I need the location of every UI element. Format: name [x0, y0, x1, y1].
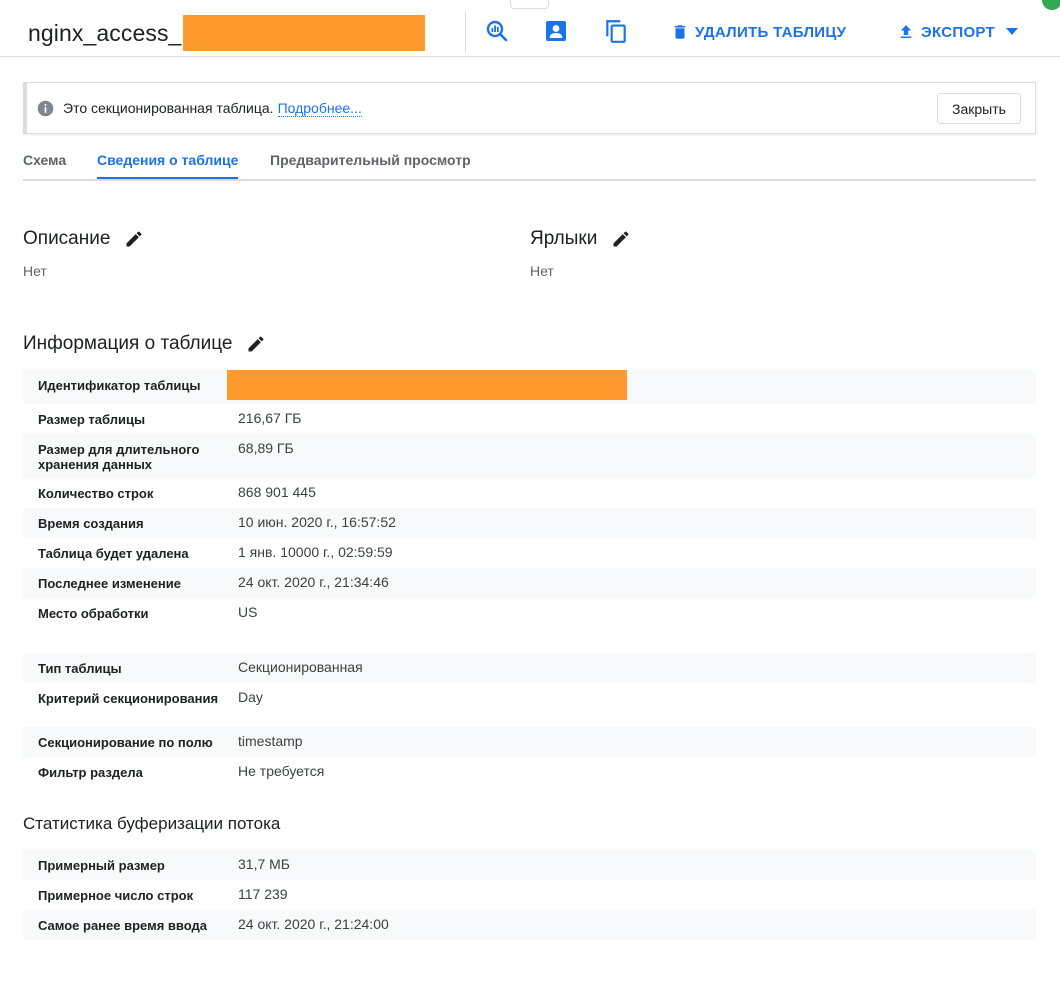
streaming-title: Статистика буферизации потока	[23, 814, 281, 833]
row-label: Примерное число строк	[38, 888, 194, 903]
row-value: Не требуется	[238, 763, 325, 779]
table-row: Секционирование по полю timestamp	[23, 727, 1036, 757]
row-label: Фильтр раздела	[38, 765, 143, 780]
row-value: 31,7 МБ	[238, 856, 290, 872]
table-row: Тип таблицы Секционированная	[23, 653, 1036, 683]
info-icon	[37, 100, 54, 116]
divider	[465, 12, 466, 52]
copy-icon[interactable]	[603, 18, 629, 44]
trash-icon	[674, 25, 686, 39]
row-value: 1 янв. 10000 г., 02:59:59	[238, 544, 393, 560]
upload-icon	[900, 25, 912, 38]
tab-bar: Схема Сведения о таблице Предварительный…	[23, 144, 1036, 181]
row-label: Количество строк	[38, 486, 154, 501]
row-label: Размер для длительного хранения данных	[38, 442, 200, 472]
row-label: Последнее изменение	[38, 576, 181, 591]
table-row: Критерий секционирования Day	[23, 683, 1036, 727]
row-label: Примерный размер	[38, 858, 165, 873]
share-icon[interactable]	[543, 18, 569, 44]
row-label: Самое ранее время ввода	[38, 918, 207, 933]
table-row: Последнее изменение 24 окт. 2020 г., 21:…	[23, 568, 1036, 598]
streaming-list: Примерный размер 31,7 МБ Примерное число…	[23, 850, 1036, 940]
tab-details[interactable]: Сведения о таблице	[97, 152, 239, 179]
info-banner: Это секционированная таблица. Подробнее.…	[23, 82, 1036, 134]
description-section: Описание	[23, 228, 144, 250]
row-value: Day	[238, 689, 263, 705]
drag-handle[interactable]	[510, 0, 549, 9]
table-name: nginx_access_	[28, 19, 182, 46]
row-label: Таблица будет удалена	[38, 546, 189, 561]
table-info-title: Информация о таблице	[23, 333, 233, 354]
row-value: 10 июн. 2020 г., 16:57:52	[238, 514, 396, 530]
table-row: Идентификатор таблицы	[23, 370, 1036, 404]
labels-title: Ярлыки	[530, 228, 598, 249]
table-row: Размер для длительного хранения данных 6…	[23, 434, 1036, 478]
table-info-section: Информация о таблице	[23, 333, 266, 355]
description-value: Нет	[23, 263, 47, 279]
edit-labels-icon[interactable]	[611, 229, 631, 249]
table-row: Количество строк 868 901 445	[23, 478, 1036, 508]
redacted-block	[227, 370, 627, 400]
row-value: US	[238, 604, 258, 620]
table-title: nginx_access_	[28, 15, 426, 51]
edit-table-info-icon[interactable]	[246, 334, 266, 354]
table-row: Примерный размер 31,7 МБ	[23, 850, 1036, 880]
labels-value: Нет	[530, 263, 554, 279]
streaming-section: Статистика буферизации потока	[23, 814, 280, 834]
row-value	[227, 370, 627, 404]
edit-description-icon[interactable]	[124, 229, 144, 249]
row-label: Тип таблицы	[38, 661, 122, 676]
row-value: 24 окт. 2020 г., 21:24:00	[238, 916, 389, 932]
table-row: Самое ранее время ввода 24 окт. 2020 г.,…	[23, 910, 1036, 940]
table-row: Таблица будет удалена 1 янв. 10000 г., 0…	[23, 538, 1036, 568]
row-label: Размер таблицы	[38, 412, 146, 427]
delete-label: УДАЛИТЬ ТАБЛИЦУ	[695, 23, 847, 41]
row-value: 868 901 445	[238, 484, 316, 500]
description-title: Описание	[23, 228, 111, 249]
row-value: 117 239	[238, 886, 288, 902]
table-row: Время создания 10 июн. 2020 г., 16:57:52	[23, 508, 1036, 538]
export-button[interactable]: ЭКСПОРТ	[897, 20, 1025, 44]
close-button[interactable]: Закрыть	[937, 93, 1021, 124]
table-row: Размер таблицы 216,67 ГБ	[23, 404, 1036, 434]
banner-text: Это секционированная таблица.	[63, 100, 274, 116]
status-dot	[1042, 0, 1060, 10]
row-label: Критерий секционирования	[38, 691, 219, 706]
learn-more-link[interactable]: Подробнее...	[277, 100, 362, 117]
row-value: 68,89 ГБ	[238, 440, 294, 456]
row-label: Идентификатор таблицы	[38, 378, 201, 393]
table-row: Фильтр раздела Не требуется	[23, 757, 1036, 787]
labels-section: Ярлыки	[530, 228, 631, 250]
row-value: timestamp	[238, 733, 303, 749]
row-value: 24 окт. 2020 г., 21:34:46	[238, 574, 389, 590]
row-label: Время создания	[38, 516, 144, 531]
delete-table-button[interactable]: УДАЛИТЬ ТАБЛИЦУ	[671, 20, 846, 44]
row-value: Секционированная	[238, 659, 363, 675]
redacted-block	[183, 15, 426, 51]
chevron-down-icon	[1005, 28, 1018, 35]
toolbar: nginx_access_ УДАЛИТЬ ТАБЛИЦУ ЭКСПОРТ	[0, 0, 1060, 57]
query-icon[interactable]	[484, 18, 510, 44]
export-label: ЭКСПОРТ	[921, 23, 995, 41]
tab-schema[interactable]: Схема	[23, 152, 66, 179]
tab-preview[interactable]: Предварительный просмотр	[270, 152, 471, 179]
row-label: Секционирование по полю	[38, 735, 213, 750]
table-info-list: Идентификатор таблицы Размер таблицы 216…	[23, 370, 1036, 787]
row-label: Место обработки	[38, 606, 149, 621]
table-row: Место обработки US	[23, 598, 1036, 628]
row-value: 216,67 ГБ	[238, 410, 302, 426]
table-row: Примерное число строк 117 239	[23, 880, 1036, 910]
